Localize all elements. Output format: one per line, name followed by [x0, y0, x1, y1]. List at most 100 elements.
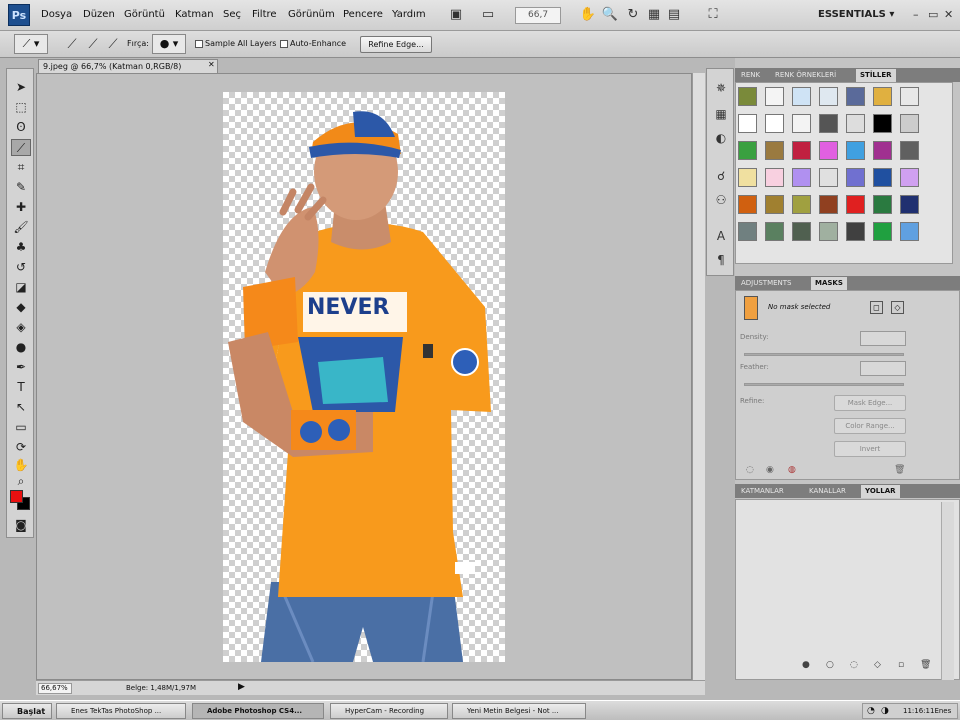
type-tool-icon[interactable]: T: [11, 379, 31, 396]
style-swatch[interactable]: [738, 87, 757, 106]
clone-stamp-tool-icon[interactable]: ♣: [11, 239, 31, 256]
ruler-icon[interactable]: ▦: [644, 6, 664, 24]
vertical-scrollbar[interactable]: [692, 73, 705, 680]
menu-pencere[interactable]: Pencere: [343, 9, 383, 20]
foreground-color-swatch[interactable]: [10, 490, 23, 503]
style-swatch[interactable]: [738, 141, 757, 160]
style-swatch[interactable]: [873, 87, 892, 106]
style-swatch[interactable]: [873, 114, 892, 133]
history-brush-tool-icon[interactable]: ↺: [11, 259, 31, 276]
style-swatch[interactable]: [873, 222, 892, 241]
style-swatch[interactable]: [738, 195, 757, 214]
style-swatch[interactable]: [765, 141, 784, 160]
feather-slider[interactable]: [744, 383, 904, 386]
document-close-icon[interactable]: ✕: [208, 60, 215, 69]
tab-adjustments[interactable]: ADJUSTMENTS: [737, 277, 796, 290]
color-range-button[interactable]: Color Range...: [834, 418, 906, 434]
vector-mask-icon[interactable]: ◇: [891, 301, 904, 314]
marquee-tool-icon[interactable]: ⬚: [11, 99, 31, 116]
quick-mask-icon[interactable]: ◙: [11, 517, 31, 534]
start-button[interactable]: Başlat: [2, 703, 52, 719]
style-swatch[interactable]: [792, 141, 811, 160]
style-swatch[interactable]: [792, 222, 811, 241]
style-swatch[interactable]: [765, 195, 784, 214]
document-tab[interactable]: 9.jpeg @ 66,7% (Katman 0,RGB/8): [38, 59, 218, 73]
apply-mask-icon[interactable]: ◉: [766, 465, 774, 475]
style-swatch[interactable]: [846, 141, 865, 160]
clock[interactable]: 11:16:11Enes: [903, 707, 951, 715]
crop-tool-icon[interactable]: ⌗: [11, 159, 31, 176]
photoshop-logo[interactable]: Ps: [8, 4, 30, 26]
style-swatch[interactable]: [900, 141, 919, 160]
style-swatch[interactable]: [792, 168, 811, 187]
style-swatch[interactable]: [765, 114, 784, 133]
tool-preset-picker[interactable]: ⟋ ▾: [14, 34, 48, 54]
tab-stiller[interactable]: STİLLER: [856, 69, 896, 82]
adjustments-panel-icon[interactable]: ☌: [712, 167, 730, 185]
arrange-documents-icon[interactable]: ▤: [664, 6, 684, 24]
fill-path-icon[interactable]: ●: [802, 660, 810, 670]
style-swatch[interactable]: [846, 222, 865, 241]
feather-field[interactable]: [860, 361, 906, 376]
sample-all-layers-checkbox[interactable]: Sample All Layers: [195, 39, 276, 48]
tab-yollar[interactable]: YOLLAR: [861, 485, 900, 498]
brush-tool-icon[interactable]: 🖌: [11, 219, 31, 236]
menu-yardim[interactable]: Yardım: [392, 9, 426, 20]
auto-enhance-checkbox[interactable]: Auto-Enhance: [280, 39, 346, 48]
task-hypercam[interactable]: HyperCam - Recording: [330, 703, 448, 719]
style-swatch[interactable]: [846, 87, 865, 106]
refine-edge-button[interactable]: Refine Edge...: [360, 36, 432, 53]
dodge-tool-icon[interactable]: ●: [11, 339, 31, 356]
style-swatch[interactable]: [900, 168, 919, 187]
minimize-icon[interactable]: –: [913, 8, 919, 21]
tab-renk-ornekleri[interactable]: RENK ÖRNEKLERİ: [771, 69, 840, 82]
subtract-selection-icon[interactable]: ⟋: [103, 36, 123, 54]
eyedropper-tool-icon[interactable]: ✎: [11, 179, 31, 196]
new-path-icon[interactable]: ▫: [898, 660, 904, 670]
path-to-selection-icon[interactable]: ◌: [850, 660, 858, 670]
zoom-level-field[interactable]: 66,67%: [38, 683, 72, 694]
style-swatch[interactable]: [846, 195, 865, 214]
style-swatch[interactable]: [738, 114, 757, 133]
shape-tool-icon[interactable]: ▭: [11, 419, 31, 436]
new-selection-icon[interactable]: ⟋: [62, 36, 82, 54]
restore-icon[interactable]: ▭: [928, 8, 938, 21]
style-swatch[interactable]: [765, 87, 784, 106]
task-photoshop[interactable]: Adobe Photoshop CS4...: [192, 703, 324, 719]
invert-button[interactable]: Invert: [834, 441, 906, 457]
view-extras-icon[interactable]: ▭: [478, 6, 498, 24]
close-icon[interactable]: ✕: [944, 8, 953, 21]
hand-tool-icon[interactable]: ✋: [11, 457, 31, 474]
status-menu-arrow-icon[interactable]: ▶: [238, 682, 245, 692]
add-to-selection-icon[interactable]: ⟋: [83, 36, 103, 54]
launch-bridge-icon[interactable]: ▣: [446, 6, 466, 24]
style-swatch[interactable]: [792, 195, 811, 214]
styles-panel-icon[interactable]: ◐: [712, 129, 730, 147]
style-swatch[interactable]: [819, 114, 838, 133]
make-work-path-icon[interactable]: ◇: [874, 660, 881, 670]
color-panel-icon[interactable]: ✵: [712, 79, 730, 97]
delete-mask-icon[interactable]: 🗑: [894, 465, 905, 475]
tab-masks[interactable]: MASKS: [811, 277, 847, 290]
tab-katmanlar[interactable]: KATMANLAR: [737, 485, 788, 498]
style-swatch[interactable]: [873, 141, 892, 160]
workspace-switcher[interactable]: ESSENTIALS ▾: [818, 9, 894, 20]
style-swatch[interactable]: [738, 222, 757, 241]
menu-gorunum[interactable]: Görünüm: [288, 9, 335, 20]
path-selection-tool-icon[interactable]: ↖: [11, 399, 31, 416]
style-swatch[interactable]: [765, 168, 784, 187]
delete-path-icon[interactable]: 🗑: [920, 660, 931, 670]
style-swatch[interactable]: [819, 87, 838, 106]
style-swatch[interactable]: [900, 114, 919, 133]
healing-brush-tool-icon[interactable]: ✚: [11, 199, 31, 216]
style-swatch[interactable]: [819, 222, 838, 241]
menu-dosya[interactable]: Dosya: [41, 9, 72, 20]
menu-filtre[interactable]: Filtre: [252, 9, 277, 20]
task-enes-teaktas[interactable]: Enes TekTas PhotoShop ...: [56, 703, 186, 719]
pen-tool-icon[interactable]: ✒: [11, 359, 31, 376]
paths-scrollbar[interactable]: [941, 502, 954, 680]
menu-katman[interactable]: Katman: [175, 9, 214, 20]
tray-network-icon[interactable]: ◑: [881, 704, 889, 718]
density-slider[interactable]: [744, 353, 904, 356]
eraser-tool-icon[interactable]: ◪: [11, 279, 31, 296]
